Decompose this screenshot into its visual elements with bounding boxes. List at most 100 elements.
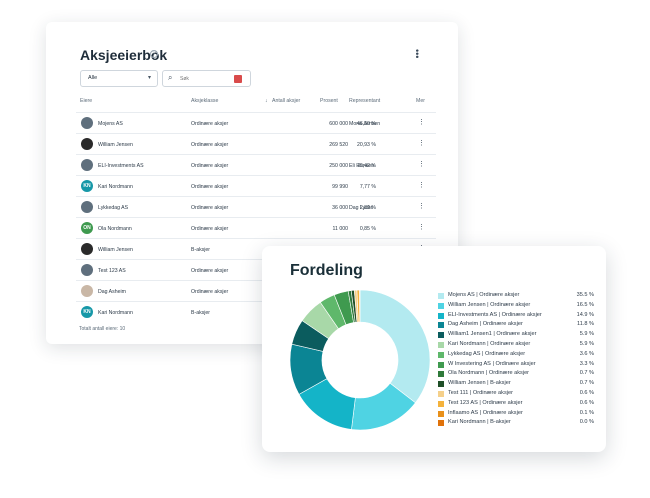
legend-item: Lykkedag AS | Ordinære aksjer 3.6 % (438, 351, 598, 361)
legend-label: Kari Nordmann | Ordinære aksjer (448, 340, 531, 347)
legend-percent: 14.9 % (576, 311, 594, 318)
table-row[interactable]: KN Kari Nordmann Ordinære aksjer 99 990 7,77… (76, 175, 436, 196)
row-menu-icon[interactable]: ⋮ (418, 223, 425, 231)
owner-name: Kari Nordmann (98, 310, 133, 316)
filter-value: Alle (88, 75, 98, 81)
legend-percent: 3.6 % (579, 350, 594, 357)
owner-name: Kari Nordmann (98, 184, 133, 190)
representative: Eli Hansen (349, 163, 375, 169)
legend-percent: 0.7 % (579, 370, 594, 377)
legend-item: Test 123 AS | Ordinære aksjer 0.6 % (438, 400, 598, 410)
share-count: 600 000 (329, 121, 348, 127)
distribution-card: Fordeling Mojens AS | Ordinære aksjer 35.… (262, 246, 606, 452)
share-class: Ordinære aksjer (191, 268, 229, 274)
legend-percent: 5.9 % (579, 331, 594, 338)
legend-label: Test 111 | Ordinære aksjer (448, 389, 513, 396)
legend-label: Mojens AS | Ordinære aksjer (448, 292, 520, 298)
share-count: 11 000 (332, 226, 348, 232)
legend-swatch (438, 332, 444, 339)
legend-swatch (438, 293, 444, 299)
table-row[interactable]: Lykkedag AS Ordinære aksjer 36 000 2,80 % Da… (76, 196, 436, 217)
column-more: Mer (416, 98, 425, 104)
legend-swatch (438, 351, 444, 358)
share-class: Ordinære aksjer (191, 226, 229, 232)
search-icon: ⌕ (168, 73, 173, 82)
marketing-composite: Aksjeeierbok ? ••• Alle ▾ ⌕ Eiere Aksjek… (0, 0, 650, 498)
calculator-icon[interactable] (234, 75, 242, 83)
legend-percent: 11.8 % (577, 321, 594, 328)
legend-percent: 0.0 % (579, 419, 594, 426)
legend-label: Kari Nordmann | B-aksjer (448, 419, 511, 426)
filter-select[interactable]: Alle ▾ (80, 70, 158, 87)
row-menu-icon[interactable]: ⋮ (418, 181, 425, 189)
share-count: 99 990 (332, 184, 348, 190)
table-row[interactable]: William Jensen Ordinære aksjer 269 520 20,9… (76, 133, 436, 154)
legend-label: Dag Asheim | Ordinære aksjer (448, 321, 523, 328)
legend-swatch (438, 322, 444, 329)
legend-label: Inflaamo AS | Ordinære aksjer (448, 409, 523, 416)
legend-swatch (438, 420, 444, 427)
legend-label: William1 Jensen1 | Ordinære aksjer (448, 331, 537, 338)
legend-swatch (438, 400, 444, 407)
sort-arrow-icon[interactable]: ↓ (265, 98, 268, 104)
table-row[interactable]: ELI-Investments AS Ordinære aksjer 250 000… (76, 154, 436, 175)
legend-percent: 5.9 % (579, 340, 594, 347)
column-percent[interactable]: Prosent (320, 98, 338, 104)
column-shares[interactable]: Antall aksjer (272, 98, 300, 104)
legend-percent: 16.5 % (576, 301, 594, 308)
avatar: KN (81, 180, 93, 192)
search-box[interactable]: ⌕ (162, 70, 251, 87)
owner-name: Dag Asheim (98, 289, 126, 295)
share-percent: 0,85 % (359, 226, 376, 232)
legend-item: Dag Asheim | Ordinære aksjer 11.8 % (438, 321, 598, 331)
total-owners: Totalt antall eiere: 10 (79, 326, 126, 332)
legend-item: Kari Nordmann | Ordinære aksjer 5.9 % (438, 341, 598, 351)
chevron-down-icon: ▾ (147, 75, 151, 81)
table-header: Eiere Aksjeklasse ↓ Antall aksjer Prosen… (76, 98, 436, 108)
distribution-donut-chart (290, 289, 430, 431)
column-representative[interactable]: Representant (349, 98, 380, 104)
share-class: B-aksjer (191, 247, 211, 253)
legend-item: William1 Jensen1 | Ordinære aksjer 5.9 % (438, 331, 598, 341)
row-menu-icon[interactable]: ⋮ (418, 118, 425, 126)
column-share-class[interactable]: Aksjeklasse (191, 98, 218, 104)
legend-swatch (438, 390, 444, 397)
owner-name: William Jensen (98, 247, 133, 253)
share-count: 269 520 (329, 142, 348, 148)
avatar (81, 117, 93, 129)
more-options-icon[interactable]: ••• (412, 49, 422, 58)
row-menu-icon[interactable]: ⋮ (418, 139, 425, 147)
legend-swatch (438, 371, 444, 378)
legend-swatch (438, 410, 444, 417)
legend-swatch (438, 361, 444, 368)
chart-title: Fordeling (290, 262, 363, 279)
table-row[interactable]: ON Ola Nordmann Ordinære aksjer 11 000 0,85 … (76, 217, 436, 238)
table-row[interactable]: Mojens AS Ordinære aksjer 600 000 46,60 % Mo… (76, 112, 436, 133)
share-percent: 7,77 % (359, 184, 376, 190)
legend-label: Ola Nordmann | Ordinære aksjer (448, 370, 530, 377)
share-class: Ordinære aksjer (191, 142, 229, 148)
donut-slice[interactable] (359, 289, 430, 404)
search-input[interactable] (180, 74, 230, 84)
legend-swatch (438, 302, 444, 309)
legend-swatch (438, 312, 444, 319)
legend-percent: 35.5 % (576, 292, 594, 298)
share-class: Ordinære aksjer (191, 163, 229, 169)
row-menu-icon[interactable]: ⋮ (418, 202, 425, 210)
share-class: Ordinære aksjer (191, 121, 229, 127)
owner-name: ELI-Investments AS (98, 163, 144, 169)
avatar (81, 264, 93, 276)
chart-legend: Mojens AS | Ordinære aksjer 35.5 % William… (438, 292, 598, 429)
owner-name: Test 123 AS (98, 268, 126, 274)
owner-name: William Jensen (98, 142, 133, 148)
share-count: 250 000 (329, 163, 348, 169)
row-menu-icon[interactable]: ⋮ (418, 160, 425, 168)
legend-item: W Investering AS | Ordinære aksjer 3.3 % (438, 361, 598, 371)
avatar (81, 285, 93, 297)
legend-swatch (438, 341, 444, 348)
legend-label: Test 123 AS | Ordinære aksjer (448, 399, 523, 406)
column-owner[interactable]: Eiere (80, 98, 92, 104)
legend-percent: 0.6 % (579, 389, 594, 396)
avatar (81, 138, 93, 150)
help-icon[interactable]: ? (150, 50, 158, 58)
